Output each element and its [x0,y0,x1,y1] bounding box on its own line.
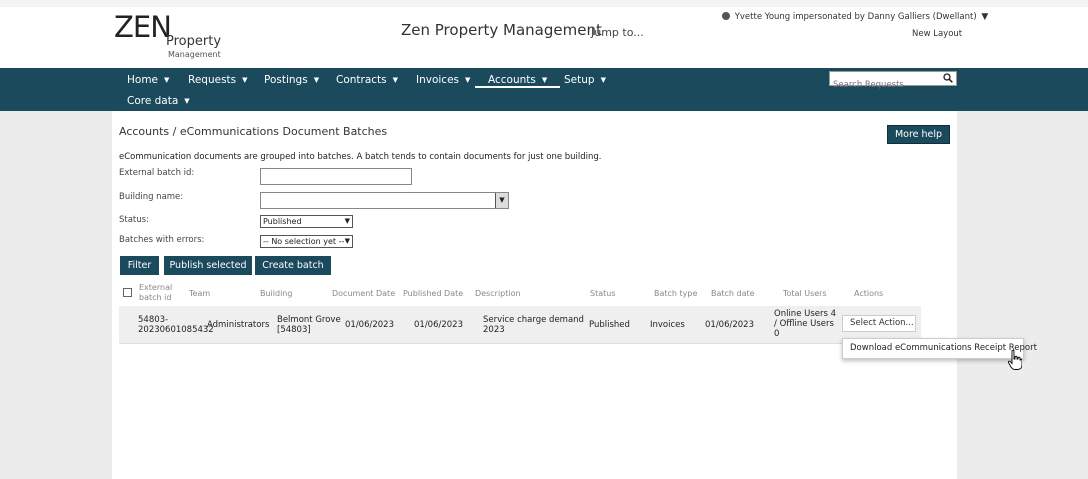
publish-selected-button[interactable]: Publish selected [164,256,252,275]
chevron-down-icon: ▼ [392,76,399,84]
user-menu[interactable]: Yvette Young impersonated by Danny Galli… [722,12,988,22]
cell-text: Belmont Grove [277,315,341,325]
nav-label: Contracts [336,74,387,86]
cell-team: Administrators [207,320,270,330]
header-text: External [139,283,173,292]
filter-button[interactable]: Filter [120,256,159,275]
cell-text: 20230601085432 [138,325,214,335]
cell-status: Published [589,320,630,330]
user-name: Yvette Young impersonated by Danny Galli… [734,12,977,22]
jump-to-link[interactable]: Jump to... [591,26,644,39]
new-layout-link[interactable]: New Layout [912,29,962,39]
search-input[interactable] [830,78,938,92]
errors-select-value: -- No selection yet -- [263,237,345,246]
cell-batch-id[interactable]: 54803- 20230601085432 [138,315,214,335]
status-select-value: Published [263,217,302,226]
building-name-label: Building name: [119,192,184,202]
logo-management-text: Management [168,50,221,59]
nav-contracts[interactable]: Contracts ▼ [336,72,398,88]
main-content: Accounts / eCommunications Document Batc… [112,111,957,479]
breadcrumb: Accounts / eCommunications Document Batc… [119,125,388,138]
header-batch-type: Batch type [654,289,698,298]
chevron-down-icon: ▼ [344,237,350,245]
logo-property-text: Property [166,34,222,49]
cell-batch-date: 01/06/2023 [705,320,754,330]
logo[interactable]: ZEN Property Management [114,11,234,65]
cell-text: 54803- [138,315,169,325]
pointer-cursor-icon [1008,350,1022,370]
header-status: Status [590,289,616,298]
nav-requests[interactable]: Requests ▼ [188,72,248,88]
nav-label: Invoices [416,74,460,86]
cell-document-date: 01/06/2023 [345,320,394,330]
download-receipt-report-menu-item[interactable]: Download eCommunications Receipt Report [842,338,1037,359]
intro-text: eCommunication documents are grouped int… [119,152,602,162]
nav-home[interactable]: Home ▼ [127,72,169,88]
cell-text: / Offline Users [774,319,834,329]
header-published-date: Published Date [403,289,464,298]
chevron-down-icon: ▼ [344,217,350,225]
app-title: Zen Property Management [401,21,602,39]
cell-text: 0 [774,329,780,339]
header-building: Building [260,289,293,298]
select-action-dropdown[interactable]: Select Action... [842,315,916,332]
cell-published-date: 01/06/2023 [414,320,463,330]
header-total-users: Total Users [783,289,827,298]
search-icon[interactable] [943,73,953,83]
header: ZEN Property Management Zen Property Man… [0,7,1088,68]
cell-text: 2023 [483,325,505,335]
nav-label: Postings [264,74,308,86]
chevron-down-icon: ▼ [541,76,548,84]
header-external-batch-id: External batch id [139,283,172,303]
nav-label: Accounts [488,74,536,86]
chevron-down-icon: ▼ [313,76,320,84]
cell-total-users: Online Users 4 / Offline Users 0 [774,309,836,339]
table-row: 54803- 20230601085432 Administrators Bel… [119,306,921,344]
page: ZEN Property Management Zen Property Man… [0,0,1088,479]
header-batch-date: Batch date [711,289,755,298]
search-requests [829,71,957,92]
header-actions: Actions [854,289,884,298]
nav-label: Setup [564,74,595,86]
nav-postings[interactable]: Postings ▼ [264,72,319,88]
nav-core-data[interactable]: Core data ▼ [127,93,190,109]
user-icon [722,12,730,20]
chevron-down-icon: ▼ [600,76,606,84]
header-team: Team [189,289,211,298]
cell-text: Online Users 4 [774,309,837,319]
batches-with-errors-label: Batches with errors: [119,235,205,245]
nav-setup[interactable]: Setup ▼ [564,72,606,88]
external-batch-label: External batch id: [119,168,195,178]
user-menu-caret: ▼ [981,12,989,22]
create-batch-button[interactable]: Create batch [255,256,331,275]
logo-zen-text: ZEN [114,10,172,44]
cell-building: Belmont Grove [54803] [277,315,341,335]
more-help-button[interactable]: More help [887,125,950,144]
cell-text: Service charge demand [483,315,584,325]
cell-text: [54803] [277,325,311,335]
batches-with-errors-select[interactable]: -- No selection yet -- ▼ [260,235,353,248]
header-text: batch id [139,293,172,302]
header-description: Description [475,289,521,298]
nav-label: Core data [127,95,179,107]
nav-label: Requests [188,74,237,86]
nav-label: Home [127,74,159,86]
chevron-down-icon: ▼ [164,76,170,84]
header-document-date: Document Date [332,289,396,298]
browser-topbar [0,0,1088,7]
main-nav: Home ▼ Requests ▼ Postings ▼ Contracts ▼ Inv… [0,68,1088,111]
select-all-checkbox[interactable] [123,288,132,297]
cell-description: Service charge demand 2023 [483,315,584,335]
status-label: Status: [119,215,149,225]
external-batch-field[interactable] [260,168,412,185]
nav-accounts[interactable]: Accounts ▼ [475,72,561,88]
cell-batch-type: Invoices [650,320,685,330]
chevron-down-icon: ▼ [465,76,471,84]
chevron-down-icon: ▼ [242,76,248,84]
building-name-combobox[interactable]: ▼ [260,192,509,209]
status-select[interactable]: Published ▼ [260,215,353,228]
nav-invoices[interactable]: Invoices ▼ [416,72,470,88]
chevron-down-icon: ▼ [184,97,190,105]
chevron-down-icon[interactable]: ▼ [495,193,508,208]
